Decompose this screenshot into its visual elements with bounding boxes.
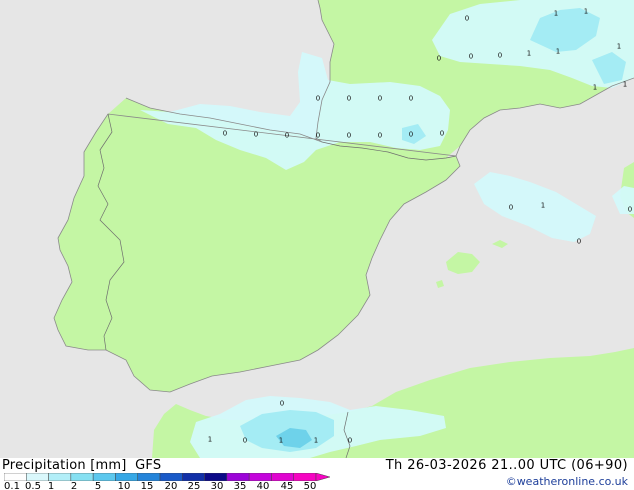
precip-value-label: 1 (593, 84, 597, 92)
scale-tick-label: 2 (70, 481, 78, 490)
model-label: GFS (135, 458, 162, 473)
precip-value-label: 1 (541, 202, 545, 210)
precip-value-label: 0 (378, 95, 382, 103)
scale-tick-label: 10 (117, 481, 131, 490)
precip-value-label: 0 (437, 55, 441, 63)
precip-value-label: 0 (254, 131, 258, 139)
precip-value-label: 0 (347, 95, 351, 103)
valid-time: Th 26-03-2026 21..00 UTC (06+90) (385, 458, 628, 473)
precip-value-label: 0 (348, 437, 352, 445)
scale-swatch (4, 473, 27, 481)
scale-tick-label: 35 (233, 481, 247, 490)
scale-swatch (26, 473, 49, 481)
scale-swatch (70, 473, 94, 481)
precip-value-label: 0 (409, 95, 413, 103)
scale-tick-label: 0.1 (4, 481, 20, 490)
scale-arrow (315, 473, 331, 481)
precip-value-label: 1 (556, 48, 560, 56)
scale-tick-label: 30 (210, 481, 224, 490)
precip-value-label: 0 (347, 132, 351, 140)
scale-tick-label: 20 (164, 481, 178, 490)
precip-value-label: 0 (316, 95, 320, 103)
precip-value-label: 1 (617, 43, 621, 51)
precip-value-label: 0 (628, 206, 632, 214)
precip-value-label: 1 (623, 81, 627, 89)
precip-value-label: 0 (316, 132, 320, 140)
precip-value-label: 0 (469, 53, 473, 61)
precip-value-label: 0 (577, 238, 581, 246)
scale-swatch (48, 473, 72, 481)
precip-value-label: 1 (279, 437, 283, 445)
scale-swatch (115, 473, 138, 481)
precip-value-label: 1 (208, 436, 212, 444)
scale-tick-label: 5 (94, 481, 102, 490)
scale-swatch (137, 473, 161, 481)
scale-swatch (293, 473, 317, 481)
precip-value-label: 0 (465, 15, 469, 23)
scale-tick-label: 40 (256, 481, 270, 490)
scale-swatch (159, 473, 183, 481)
scale-tick-label: 0.5 (25, 481, 41, 490)
map-title: Precipitation [mm] GFS (2, 458, 161, 473)
scale-tick-label: 1 (47, 481, 55, 490)
color-scale-bar (4, 473, 331, 481)
scale-tick-label: 25 (187, 481, 201, 490)
scale-tick-label: 15 (140, 481, 154, 490)
scale-swatch (248, 473, 272, 481)
credit-link[interactable]: ©weatheronline.co.uk (506, 475, 628, 488)
precip-value-label: 0 (285, 132, 289, 140)
precipitation-map: 0 1 1 1 1 0 0 0 1 1 1 0 0 0 0 0 0 0 0 0 0 0 0 1 0 0 0 0 1 0 1 1 0 (0, 0, 634, 458)
precip-value-label: 1 (527, 50, 531, 58)
scale-tick-label: 50 (303, 481, 317, 490)
legend-panel: Precipitation [mm] GFS Th 26-03-2026 21.… (0, 458, 634, 490)
precip-value-label: 0 (378, 132, 382, 140)
scale-swatch (226, 473, 250, 481)
precip-value-label: 0 (440, 130, 444, 138)
precip-value-label: 0 (498, 52, 502, 60)
precip-value-label: 0 (243, 437, 247, 445)
scale-swatch (92, 473, 116, 481)
precip-value-label: 1 (314, 437, 318, 445)
scale-tick-label: 45 (280, 481, 294, 490)
precip-value-label: 0 (509, 204, 513, 212)
weather-map-frame: 011110001110000000000001000010110 Precip… (0, 0, 634, 490)
precip-value-label: 0 (409, 131, 413, 139)
precip-value-label: 0 (280, 400, 284, 408)
precip-value-label: 1 (584, 8, 588, 16)
scale-swatch (271, 473, 294, 481)
precip-value-label: 0 (223, 130, 227, 138)
variable-label: Precipitation [mm] (2, 458, 127, 473)
precip-value-label: 1 (554, 10, 558, 18)
scale-swatch (182, 473, 205, 481)
scale-swatch (204, 473, 228, 481)
